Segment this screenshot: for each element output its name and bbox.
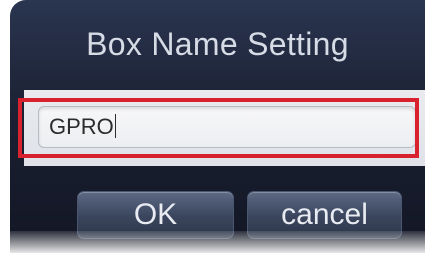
dialog-title: Box Name Setting (86, 26, 349, 62)
ok-button[interactable]: OK (77, 191, 234, 239)
highlight-frame (18, 98, 419, 158)
cancel-button[interactable]: cancel (247, 191, 402, 239)
